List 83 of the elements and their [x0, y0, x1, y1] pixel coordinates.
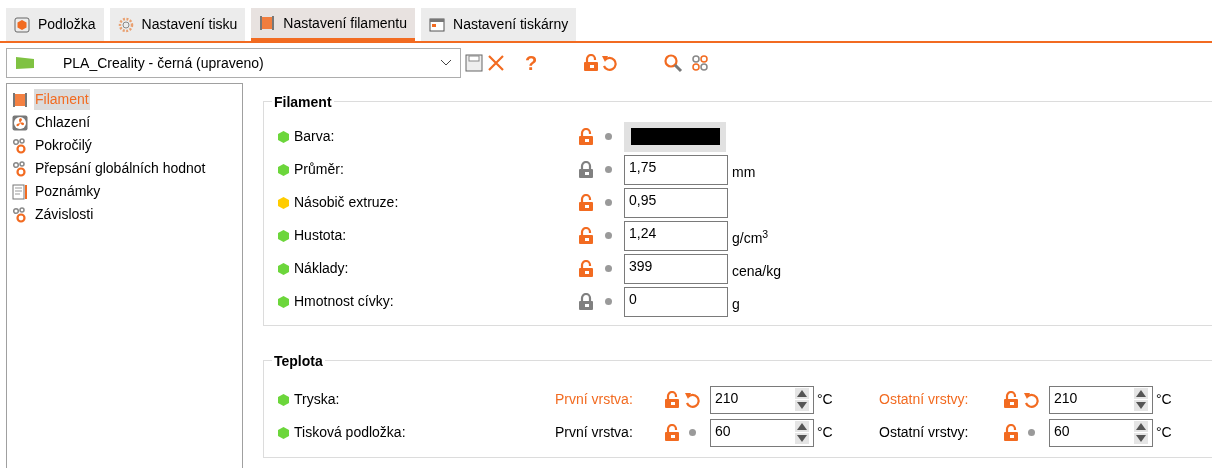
category-item[interactable]: Přepsání globálních hodnot: [34, 158, 207, 179]
input-field[interactable]: 399: [624, 253, 728, 284]
unit-label: °C: [1156, 423, 1173, 442]
tab[interactable]: Podložka: [6, 8, 104, 41]
unlocked-padlock-icon[interactable]: [578, 193, 594, 212]
setting-label: Barva:: [294, 127, 335, 146]
spool-icon: [259, 15, 276, 31]
setting-label: První vrstva:: [555, 423, 634, 442]
unlocked-padlock-icon[interactable]: [578, 127, 594, 146]
unlocked-padlock-icon[interactable]: [578, 226, 594, 245]
field-value: 60: [714, 421, 732, 441]
locked-padlock-icon[interactable]: [578, 160, 594, 179]
spin-up-icon[interactable]: [1134, 388, 1148, 399]
unlocked-padlock-icon[interactable]: [578, 259, 594, 278]
field-value: 60: [1053, 421, 1071, 441]
spin-down-icon[interactable]: [795, 400, 809, 411]
close-icon[interactable]: [487, 54, 505, 72]
setting-label: Tisková podložka:: [294, 423, 406, 442]
unlocked-padlock-icon[interactable]: [664, 390, 680, 409]
setting-label: Průměr:: [294, 160, 344, 179]
unlocked-padlock-icon[interactable]: [664, 423, 680, 442]
undo-arrow-icon[interactable]: [1023, 390, 1039, 409]
category-item[interactable]: Chlazení: [34, 112, 92, 133]
unit-label: mm: [732, 163, 756, 182]
tab[interactable]: Nastavení filamentu: [251, 8, 416, 41]
profile-name: PLA_Creality - černá (upraveno): [63, 53, 265, 73]
gears-icon: [12, 160, 28, 177]
input-field[interactable]: 0,95: [624, 187, 728, 218]
hexagon-icon: [14, 16, 30, 33]
gears-icon: [12, 206, 28, 223]
undo-arrow-icon[interactable]: [684, 390, 700, 409]
input-field[interactable]: 1,24: [624, 220, 728, 251]
setting-label: Náklady:: [294, 259, 349, 278]
locked-padlock-icon[interactable]: [578, 292, 594, 311]
setting-label: Hmotnost cívky:: [294, 292, 394, 311]
undo-arrow-icon[interactable]: [601, 54, 618, 72]
chevron-down-icon: [440, 59, 452, 67]
unlocked-padlock-icon[interactable]: [1003, 423, 1019, 442]
input-field[interactable]: 1,75: [624, 154, 728, 185]
spin-down-icon[interactable]: [795, 433, 809, 444]
unit-label: cena/kg: [732, 262, 782, 281]
spin-field[interactable]: 210: [710, 385, 814, 414]
flag-icon: [15, 56, 35, 70]
spin-down-icon[interactable]: [1134, 433, 1148, 444]
tab[interactable]: Nastavení tiskárny: [421, 8, 577, 41]
gear-icon: [117, 16, 134, 33]
field-value: 210: [1053, 388, 1079, 408]
spin-field[interactable]: 210: [1049, 385, 1153, 414]
spin-field[interactable]: 60: [1049, 418, 1153, 447]
unit-label: g: [732, 295, 740, 314]
setting-label: Ostatní vrstvy:: [879, 390, 970, 409]
gears-icon: [12, 137, 28, 154]
window-icon: [429, 16, 446, 33]
category-item[interactable]: Závislosti: [34, 204, 95, 225]
unit-label: g/cm$^{3}$: [732, 228, 769, 248]
unit-label: °C: [1156, 390, 1173, 409]
spin-up-icon[interactable]: [1134, 421, 1148, 432]
compare-icon[interactable]: [691, 54, 710, 72]
unit-label: °C: [817, 390, 834, 409]
unit-label: °C: [817, 423, 834, 442]
field-value: 210: [714, 388, 740, 408]
category-item[interactable]: Poznámky: [34, 181, 102, 202]
category-item[interactable]: Pokročilý: [34, 135, 93, 156]
fan-icon: [12, 114, 28, 131]
profile-dropdown[interactable]: PLA_Creality - černá (upraveno): [6, 48, 461, 78]
setting-label: Násobič extruze:: [294, 193, 399, 212]
save-icon[interactable]: [465, 54, 483, 72]
setting-label: Tryska:: [294, 390, 340, 409]
input-field[interactable]: 0: [624, 286, 728, 317]
setting-label: Hustota:: [294, 226, 347, 245]
color-button[interactable]: [624, 121, 726, 152]
spin-up-icon[interactable]: [795, 388, 809, 399]
setting-label: Ostatní vrstvy:: [879, 423, 970, 442]
search-icon[interactable]: [663, 53, 684, 73]
spin-up-icon[interactable]: [795, 421, 809, 432]
spool-icon: [12, 91, 28, 108]
setting-label: První vrstva:: [555, 390, 634, 409]
spin-down-icon[interactable]: [1134, 400, 1148, 411]
unlocked-padlock-icon[interactable]: [583, 54, 600, 72]
spin-field[interactable]: 60: [710, 418, 814, 447]
note-icon: [12, 183, 28, 200]
unlocked-padlock-icon[interactable]: [1003, 390, 1019, 409]
tab[interactable]: Nastavení tisku: [109, 8, 246, 41]
